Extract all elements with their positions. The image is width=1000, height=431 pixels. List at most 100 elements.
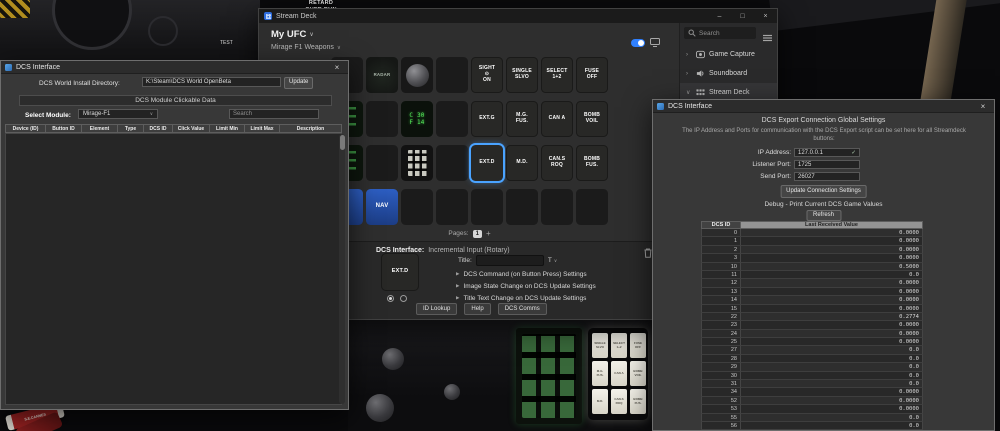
deck-key-keypad[interactable] (401, 145, 433, 181)
column-header[interactable]: Device (ID) (5, 124, 46, 133)
debug-table-row: 29 0.0 (701, 363, 923, 372)
column-header[interactable]: Click Value (173, 124, 210, 133)
deck-key-nav[interactable]: NAV (366, 189, 398, 225)
profile-selector[interactable]: My UFC ∨ (271, 29, 314, 40)
value-cell: 0.0000 (741, 296, 923, 305)
deck-key-can-s-roq[interactable]: CAN.S ROQ (541, 145, 573, 181)
select-module-label: Select Module: (25, 112, 71, 119)
help-button[interactable]: Help (464, 303, 491, 315)
refresh-button[interactable]: Refresh (805, 210, 842, 221)
deck-key-blank[interactable] (436, 189, 468, 225)
dcs-interface-settings-window: DCS Interface × DCS Export Connection Gl… (652, 99, 995, 431)
stream-deck-titlebar[interactable]: Stream Deck – □ × (259, 9, 777, 23)
device-monitor-icon[interactable] (650, 38, 660, 47)
deck-key-blank[interactable] (436, 101, 468, 137)
update-connection-settings-button[interactable]: Update Connection Settings (780, 185, 867, 198)
accordion-image-state[interactable]: ▶ Image State Change on DCS Update Setti… (456, 280, 596, 292)
install-directory-input[interactable]: K:\Steam\DCS World OpenBeta (142, 77, 281, 87)
close-icon[interactable]: × (330, 63, 344, 72)
maximize-button[interactable]: □ (731, 9, 754, 23)
deck-key-radar[interactable]: RADAR (366, 57, 398, 93)
deck-key-ext-d[interactable]: EXT.D (471, 145, 503, 181)
deck-key-blank[interactable] (541, 189, 573, 225)
pages-label: Pages: (448, 230, 469, 237)
send-port-label: Send Port: (760, 173, 791, 180)
deck-key-sight-on[interactable]: SIGHT ⊙ ON (471, 57, 503, 93)
deck-key-blank[interactable] (401, 189, 433, 225)
debug-table-row: 22 0.2774 (701, 312, 923, 322)
accordion-dcs-command[interactable]: ▶ DCS Command (on Button Press) Settings (456, 268, 596, 280)
state-2-radio[interactable] (400, 295, 407, 302)
debug-table-row: 25 0.0000 (701, 338, 923, 347)
title-input[interactable] (475, 255, 544, 266)
deck-key-ext-g[interactable]: EXT.G (471, 101, 503, 137)
left-window-titlebar[interactable]: DCS Interface × (1, 61, 348, 74)
deck-key-blank[interactable] (576, 189, 608, 225)
sidebar-item-soundboard[interactable]: › Soundboard (680, 64, 777, 83)
send-port-input[interactable]: 26027 (794, 172, 860, 181)
deck-key-single-slvo[interactable]: SINGLE SLVO (506, 57, 538, 93)
search-placeholder: Search (233, 111, 253, 117)
listener-port-input[interactable]: 1725 (794, 160, 860, 169)
ip-address-value: 127.0.0.1 (798, 149, 824, 156)
module-select[interactable]: Mirage-F1 ∨ (78, 109, 158, 119)
deck-key-m-g-fus[interactable]: M.G. FUS. (506, 101, 538, 137)
deck-key-select-1+2[interactable]: SELECT 1+2 (541, 57, 573, 93)
id-lookup-button[interactable]: ID Lookup (416, 303, 458, 315)
close-icon[interactable]: × (976, 102, 990, 111)
ip-address-input[interactable]: 127.0.0.1 ✓ (794, 148, 860, 157)
deck-key-blank[interactable] (506, 189, 538, 225)
deck-key-blank[interactable] (436, 57, 468, 93)
add-page-button[interactable]: + (486, 229, 491, 238)
deck-key-knob[interactable] (401, 57, 433, 93)
key-label: EXT.G (479, 115, 495, 122)
state-1-radio[interactable] (387, 295, 394, 302)
deck-key-bomb-fus[interactable]: BOMB FUS. (576, 145, 608, 181)
dcs-interface-app-icon (5, 63, 12, 71)
dcs-id-cell: 0 (701, 229, 741, 238)
font-button[interactable]: T ∨ (548, 257, 557, 264)
update-button[interactable]: Update (284, 77, 314, 89)
debug-values-table: DCS ID Last Received Value 0 0.0000 1 0.000… (701, 221, 923, 430)
dcs-id-cell: 2 (701, 245, 741, 255)
minimize-button[interactable]: – (708, 9, 731, 23)
deck-key-m-d[interactable]: M.D. (506, 145, 538, 181)
sidebar-item-game-capture[interactable]: › Game Capture (680, 45, 777, 64)
action-search-input[interactable]: Search (684, 27, 756, 39)
deck-key-blank[interactable] (366, 145, 398, 181)
column-header[interactable]: Description (280, 124, 342, 133)
live-view-toggle[interactable] (631, 38, 645, 47)
deck-key-blank[interactable] (366, 101, 398, 137)
key-label: FUS. (585, 162, 599, 169)
column-header[interactable]: Type (118, 124, 144, 133)
debug-table-row: 53 0.0000 (701, 405, 923, 414)
deck-key-blank[interactable] (436, 145, 468, 181)
right-window-titlebar[interactable]: DCS Interface × (653, 100, 994, 113)
deck-key-bomb-voil[interactable]: BOMB VOIL (576, 101, 608, 137)
column-header[interactable]: Limit Max (245, 124, 280, 133)
deck-key-can-a[interactable]: CAN A (541, 101, 573, 137)
column-header[interactable]: Element (82, 124, 118, 133)
debug-table-row: 13 0.0000 (701, 287, 923, 297)
page-selector[interactable]: Mirage F1 Weapons ∨ (271, 44, 341, 51)
column-header[interactable]: Button ID (46, 124, 82, 133)
table-scrollbar[interactable] (339, 134, 345, 404)
module-search-input[interactable]: Search (229, 109, 319, 119)
deck-key-c-30-f-14[interactable]: C 30 F 14 (401, 101, 433, 137)
column-header[interactable]: Limit Min (210, 124, 245, 133)
deck-key-blank[interactable] (471, 189, 503, 225)
dcs-id-cell: 25 (701, 338, 741, 347)
settings-accordions: ▶ DCS Command (on Button Press) Settings… (456, 268, 596, 304)
trash-icon[interactable] (644, 245, 652, 263)
expand-arrow-icon: ▶ (456, 271, 460, 276)
key-label: OFF (586, 74, 598, 81)
dcs-comms-button[interactable]: DCS Comms (497, 303, 547, 315)
close-button[interactable]: × (754, 9, 777, 23)
column-header[interactable]: DCS ID (144, 124, 173, 133)
listener-port-label: Listener Port: (752, 161, 791, 168)
scrollbar-thumb[interactable] (339, 135, 345, 150)
debug-table-row: 24 0.0000 (701, 329, 923, 339)
deck-key-fuse-off[interactable]: FUSE OFF (576, 57, 608, 93)
state-radio-group[interactable] (387, 295, 407, 302)
page-1-button[interactable]: 1 (472, 229, 482, 238)
